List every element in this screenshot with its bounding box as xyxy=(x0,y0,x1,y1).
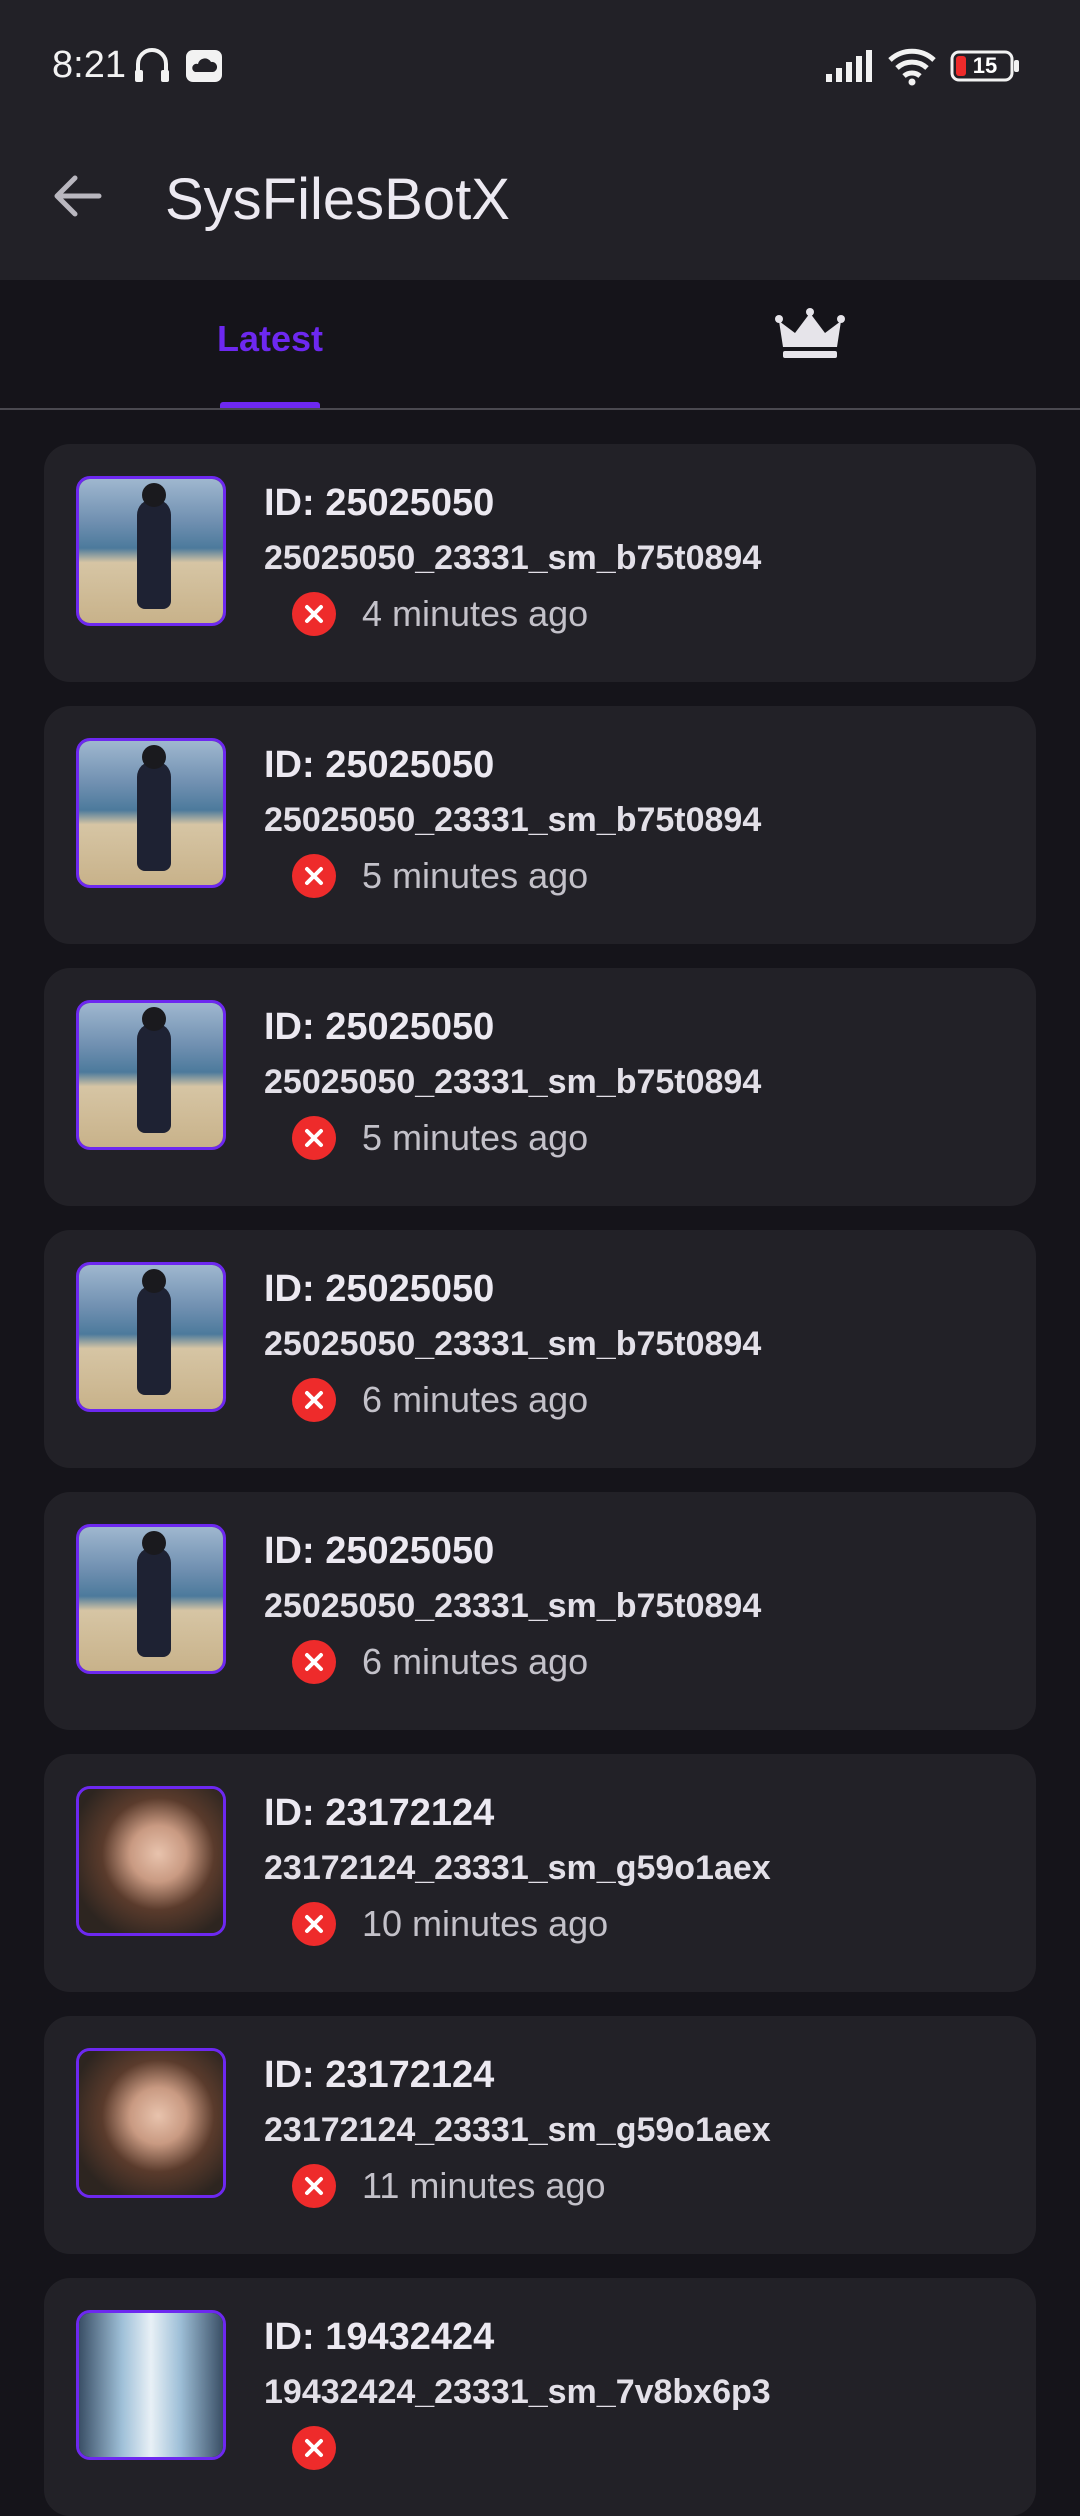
cloud-icon xyxy=(186,50,222,87)
page-title: SysFilesBotX xyxy=(165,167,510,232)
list-item[interactable]: ID: 25025050 25025050_23331_sm_b75t0894 … xyxy=(44,1492,1036,1730)
item-time: 6 minutes ago xyxy=(362,1379,589,1420)
wifi-icon xyxy=(888,46,936,91)
item-filename: 25025050_23331_sm_b75t0894 xyxy=(264,539,762,577)
item-id: ID: 25025050 xyxy=(264,1006,495,1048)
item-id: ID: 19432424 xyxy=(264,2316,495,2358)
item-filename: 25025050_23331_sm_b75t0894 xyxy=(264,1587,762,1625)
crown-icon xyxy=(775,307,845,368)
item-id: ID: 25025050 xyxy=(264,482,495,524)
error-icon xyxy=(292,2426,336,2470)
item-id: ID: 23172124 xyxy=(264,2054,495,2096)
item-filename: 25025050_23331_sm_b75t0894 xyxy=(264,801,762,839)
list-item[interactable]: ID: 19432424 19432424_23331_sm_7v8bx6p3 xyxy=(44,2278,1036,2516)
item-filename: 25025050_23331_sm_b75t0894 xyxy=(264,1063,762,1101)
error-icon xyxy=(292,1116,336,1160)
thumbnail-image xyxy=(76,2048,226,2198)
list-item[interactable]: ID: 23172124 23172124_23331_sm_g59o1aex … xyxy=(44,2016,1036,2254)
headphone-icon xyxy=(132,44,172,89)
thumbnail-image xyxy=(76,1000,226,1150)
thumbnail-image xyxy=(76,1786,226,1936)
status-bar: 8:21 15 xyxy=(0,0,1080,130)
thumbnail-image xyxy=(76,1262,226,1412)
item-filename: 23172124_23331_sm_g59o1aex xyxy=(264,2111,771,2149)
item-id: ID: 25025050 xyxy=(264,1530,495,1572)
item-id: ID: 23172124 xyxy=(264,1792,495,1834)
item-time: 5 minutes ago xyxy=(362,1117,589,1158)
thumbnail-image xyxy=(76,1524,226,1674)
item-filename: 25025050_23331_sm_b75t0894 xyxy=(264,1325,762,1363)
error-icon xyxy=(292,2164,336,2208)
error-icon xyxy=(292,1378,336,1422)
signal-icon xyxy=(826,50,876,87)
item-id: ID: 25025050 xyxy=(264,1268,495,1310)
item-time: 6 minutes ago xyxy=(362,1641,589,1682)
item-time: 4 minutes ago xyxy=(362,593,589,634)
app-bar: SysFilesBotX xyxy=(0,130,1080,280)
thumbnail-image xyxy=(76,738,226,888)
arrow-back-icon xyxy=(53,174,103,223)
thumbnail-image xyxy=(76,2310,226,2460)
item-time: 5 minutes ago xyxy=(362,855,589,896)
list-item[interactable]: ID: 25025050 25025050_23331_sm_b75t0894 … xyxy=(44,444,1036,682)
thumbnail-image xyxy=(76,476,226,626)
item-time: 10 minutes ago xyxy=(362,1903,609,1944)
item-filename: 23172124_23331_sm_g59o1aex xyxy=(264,1849,771,1887)
error-icon xyxy=(292,1902,336,1946)
battery-level: 15 xyxy=(972,53,998,78)
error-icon xyxy=(292,1640,336,1684)
list-item[interactable]: ID: 25025050 25025050_23331_sm_b75t0894 … xyxy=(44,706,1036,944)
error-icon xyxy=(292,592,336,636)
tab-top[interactable] xyxy=(540,280,1080,408)
status-time: 8:21 xyxy=(52,44,126,86)
list-item[interactable]: ID: 23172124 23172124_23331_sm_g59o1aex … xyxy=(44,1754,1036,1992)
tab-bar: Latest xyxy=(0,280,1080,410)
tab-indicator xyxy=(220,402,320,408)
tab-latest-label: Latest xyxy=(216,318,324,359)
item-id: ID: 25025050 xyxy=(264,744,495,786)
back-button[interactable] xyxy=(42,162,114,234)
error-icon xyxy=(292,854,336,898)
list-item[interactable]: ID: 25025050 25025050_23331_sm_b75t0894 … xyxy=(44,1230,1036,1468)
list-item[interactable]: ID: 25025050 25025050_23331_sm_b75t0894 … xyxy=(44,968,1036,1206)
item-time: 11 minutes ago xyxy=(362,2165,606,2206)
tab-latest[interactable]: Latest xyxy=(0,280,540,408)
item-filename: 19432424_23331_sm_7v8bx6p3 xyxy=(264,2373,771,2411)
